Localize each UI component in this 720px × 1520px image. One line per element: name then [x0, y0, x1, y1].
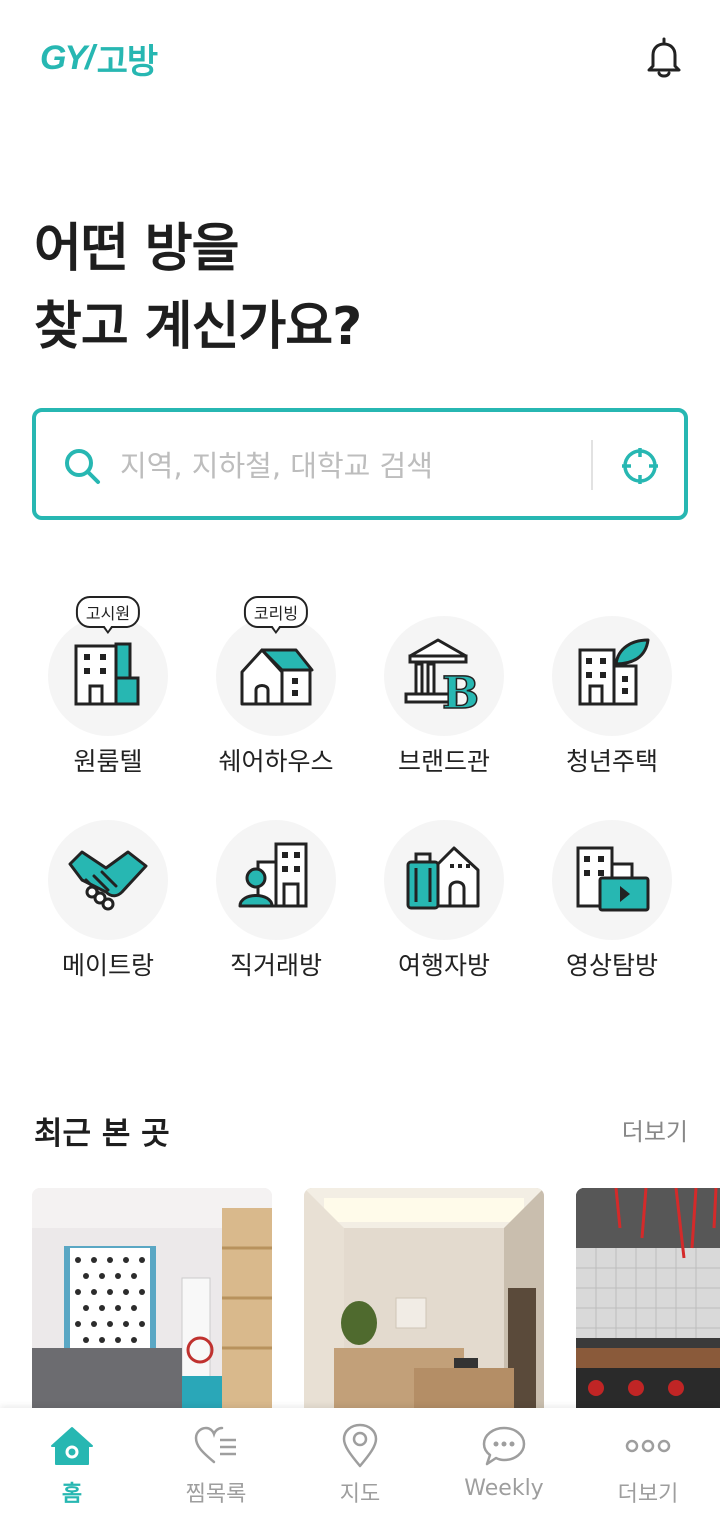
tab-favorites[interactable]: 찜목록	[144, 1408, 288, 1520]
category-label: 영상탐방	[565, 951, 658, 980]
category-badge: 코리빙	[243, 596, 309, 634]
category-label: 직거래방	[229, 951, 322, 980]
tab-label: 찜목록	[185, 1482, 247, 1507]
tab-weekly[interactable]: Weekly	[432, 1408, 576, 1520]
category-badge: 고시원	[75, 596, 141, 634]
bottom-tab-bar: 홈 찜목록 지도 Weekly 더보기	[0, 1408, 720, 1520]
category-label: 원룸텔	[73, 747, 143, 776]
logo-mark: GY/	[40, 39, 95, 77]
tab-label: Weekly	[464, 1476, 544, 1501]
page-headline: 어떤 방을 찾고 계신가요?	[34, 210, 362, 366]
bell-icon[interactable]	[642, 36, 686, 80]
building-icon	[74, 642, 140, 706]
category-brand[interactable]: B 브랜드관	[360, 590, 528, 780]
category-label: 메이트랑	[61, 951, 154, 980]
app-logo[interactable]: GY/ 고방	[40, 34, 159, 83]
app-header: GY/ 고방	[0, 0, 720, 110]
tab-label: 지도	[339, 1482, 381, 1507]
recent-card[interactable]	[32, 1188, 272, 1418]
category-label: 브랜드관	[397, 747, 490, 776]
home-icon	[51, 1427, 93, 1465]
handshake-icon	[68, 850, 148, 911]
category-video-tour[interactable]: 영상탐방	[528, 794, 696, 984]
category-direct-deal[interactable]: 직거래방	[192, 794, 360, 984]
chat-bubble-icon	[482, 1426, 526, 1466]
video-building-icon	[576, 846, 650, 912]
map-pin-icon	[342, 1423, 378, 1468]
search-input[interactable]	[120, 438, 580, 494]
heart-list-icon	[194, 1426, 236, 1464]
category-label: 쉐어하우스	[218, 747, 334, 776]
category-mate[interactable]: 메이트랑	[24, 794, 192, 984]
recent-cards	[0, 1188, 720, 1418]
brand-bank-icon: B	[404, 638, 480, 714]
room-photo	[304, 1188, 544, 1418]
svg-text:B: B	[442, 668, 479, 714]
search-box[interactable]	[32, 408, 688, 520]
house-icon	[240, 648, 314, 706]
headline-line-2: 찾고 계신가요?	[34, 297, 362, 357]
category-youth-housing[interactable]: 청년주택	[528, 590, 696, 780]
recent-card[interactable]	[304, 1188, 544, 1418]
current-location-icon[interactable]	[620, 446, 660, 486]
logo-text: 고방	[96, 42, 159, 82]
recent-more-link[interactable]: 더보기	[560, 1112, 688, 1147]
category-label: 여행자방	[397, 951, 490, 980]
room-photo	[32, 1188, 272, 1418]
category-sharehouse[interactable]: 코리빙 쉐어하우스	[192, 590, 360, 780]
more-dots-icon	[625, 1439, 671, 1453]
category-oneroomtel[interactable]: 고시원 원룸텔	[24, 590, 192, 780]
tab-map[interactable]: 지도	[288, 1408, 432, 1520]
recent-section-title: 최근 본 곳	[34, 1116, 170, 1152]
tab-more[interactable]: 더보기	[576, 1408, 720, 1520]
tab-label: 홈	[61, 1482, 83, 1507]
headline-line-1: 어떤 방을	[34, 219, 239, 279]
person-building-icon	[238, 842, 308, 908]
luggage-house-icon	[406, 846, 480, 910]
room-photo	[576, 1188, 720, 1418]
tab-label: 더보기	[617, 1482, 679, 1507]
category-traveler[interactable]: 여행자방	[360, 794, 528, 984]
search-icon[interactable]	[62, 446, 102, 486]
tab-home[interactable]: 홈	[0, 1408, 144, 1520]
building-leaf-icon	[578, 638, 650, 706]
category-label: 청년주택	[565, 747, 658, 776]
recent-card[interactable]	[576, 1188, 720, 1418]
search-divider	[591, 440, 593, 490]
